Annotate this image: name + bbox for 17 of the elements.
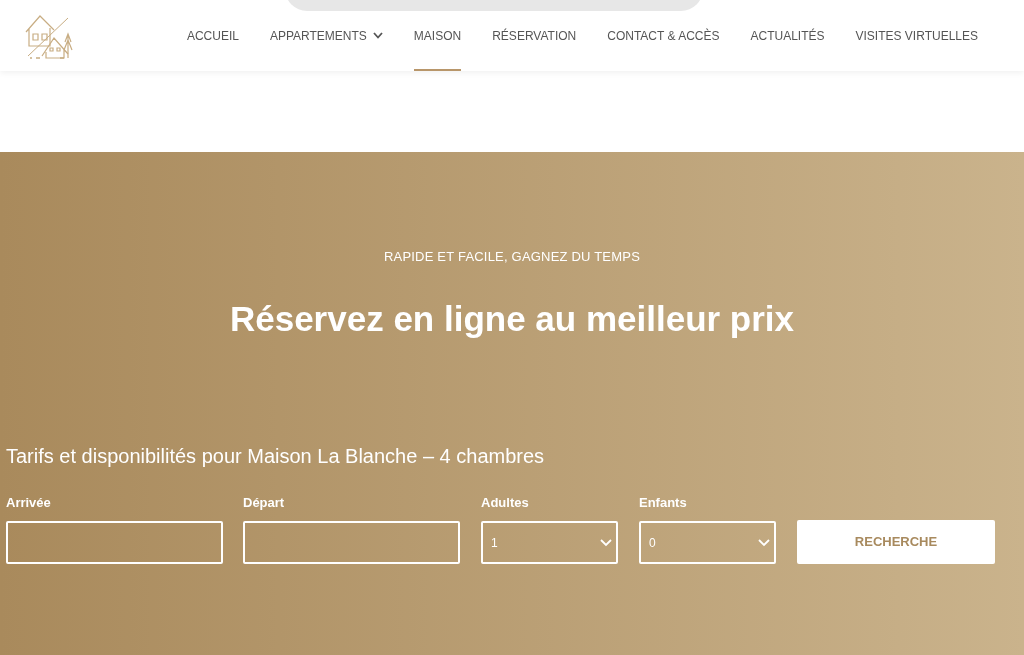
- field-label: Arrivée: [6, 495, 51, 511]
- nav-link[interactable]: RÉSERVATION: [492, 14, 577, 71]
- date-input-field[interactable]: [6, 521, 223, 564]
- nav-link[interactable]: ACCUEIL: [186, 14, 239, 71]
- nav-link[interactable]: APPARTEMENTS: [269, 14, 383, 71]
- hero-eyebrow: RAPIDE ET FACILE, GAGNEZ DU TEMPS: [383, 249, 641, 265]
- chevron-down-icon: [758, 538, 770, 547]
- booking-title: Tarifs et disponibilités pour Maison La Blanche – 4 chambres: [6, 444, 545, 468]
- chevron-down-icon: [600, 538, 612, 547]
- field-label: Enfants: [639, 495, 687, 511]
- nav-link[interactable]: CONTACT & ACCÈS: [607, 14, 720, 71]
- nav-link[interactable]: VISITES VIRTUELLES: [855, 14, 978, 71]
- field-label: Adultes: [481, 495, 529, 511]
- hero-title: Réservez en ligne au meilleur prix: [229, 298, 795, 340]
- field-label: Départ: [243, 495, 285, 511]
- date-input-field[interactable]: [243, 521, 460, 564]
- nav-link[interactable]: ACTUALITÉS: [750, 14, 825, 71]
